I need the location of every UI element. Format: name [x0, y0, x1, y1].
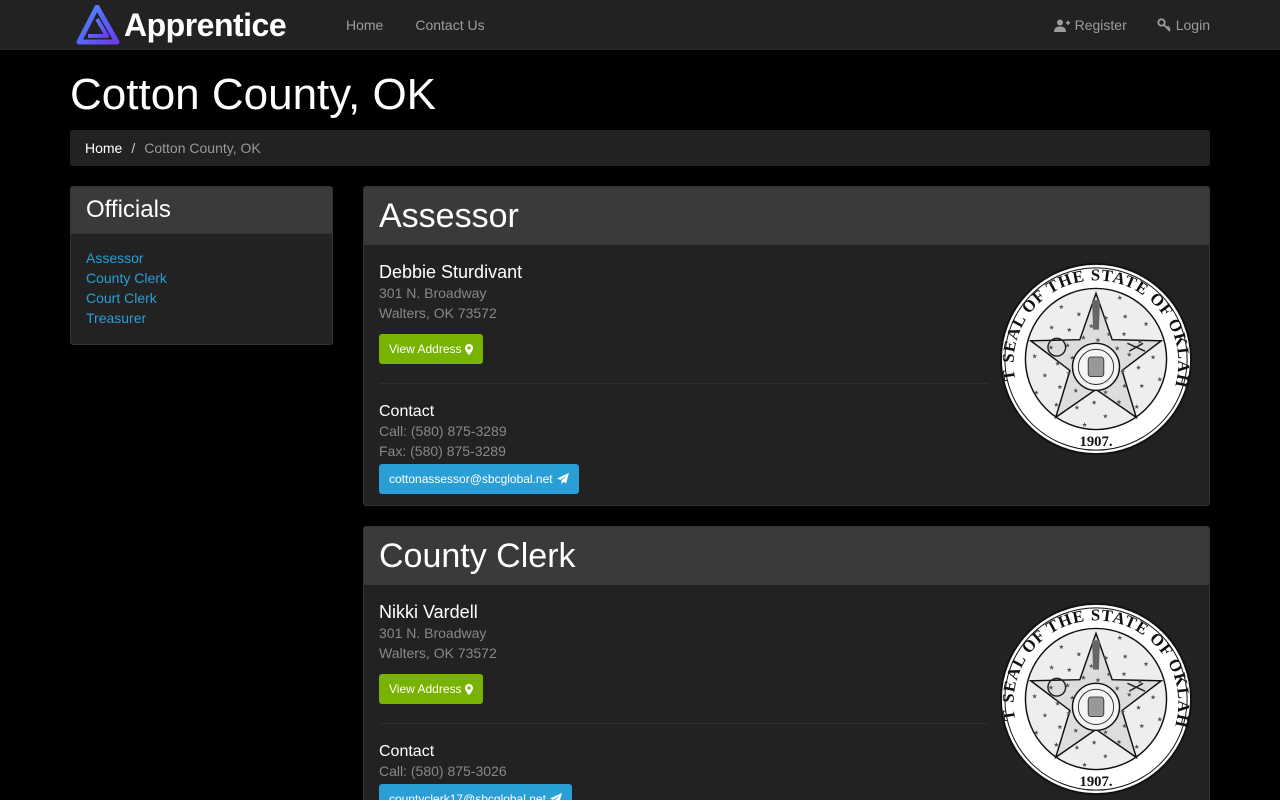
list-item: Court Clerk [86, 288, 317, 308]
email-label: countyclerk17@sbcglobal.net [389, 792, 546, 800]
user-plus-icon [1053, 19, 1070, 32]
breadcrumb-home-link[interactable]: Home [85, 140, 122, 156]
divider [379, 383, 989, 384]
breadcrumb: Home / Cotton County, OK [70, 130, 1210, 166]
office-panel-assessor: Assessor Debbie Sturdivant 301 N. Broadw… [363, 186, 1210, 506]
view-address-label: View Address [389, 342, 462, 356]
svg-text:1907.: 1907. [1079, 434, 1112, 450]
email-button[interactable]: countyclerk17@sbcglobal.net [379, 784, 572, 800]
login-label: Login [1175, 17, 1210, 33]
brand-link[interactable]: Apprentice [74, 5, 287, 45]
login-link[interactable]: Login [1157, 17, 1210, 33]
map-marker-icon [464, 683, 473, 695]
list-item: Treasurer [86, 308, 317, 328]
sidebar-item-county-clerk[interactable]: County Clerk [86, 270, 167, 286]
divider [379, 723, 989, 724]
email-button[interactable]: cottonassessor@sbcglobal.net [379, 464, 579, 494]
view-address-label: View Address [389, 682, 462, 696]
breadcrumb-separator: / [131, 140, 136, 156]
oklahoma-seal-icon: GREAT SEAL OF THE STATE OF OKLAHOMA1907. [998, 261, 1193, 456]
register-label: Register [1074, 17, 1127, 33]
nav-home-link[interactable]: Home [346, 17, 383, 33]
office-panel-county-clerk: County Clerk Nikki Vardell 301 N. Broadw… [363, 526, 1210, 800]
nav-main: Home Contact Us [346, 0, 517, 50]
register-link[interactable]: Register [1053, 17, 1127, 33]
office-title: County Clerk [379, 536, 576, 575]
key-icon [1157, 18, 1171, 32]
apprentice-logo-icon [76, 5, 120, 45]
panel-body: Debbie Sturdivant 301 N. Broadway Walter… [364, 245, 1209, 505]
officials-sidebar: Officials Assessor County Clerk Court Cl… [70, 186, 333, 345]
officials-list: Assessor County Clerk Court Clerk Treasu… [71, 234, 332, 342]
panel-header: Assessor [364, 187, 1209, 245]
svg-text:1907.: 1907. [1079, 774, 1112, 790]
breadcrumb-current: Cotton County, OK [144, 140, 261, 156]
sidebar-item-assessor[interactable]: Assessor [86, 250, 144, 266]
paper-plane-icon [556, 473, 569, 485]
nav-account: Register Login [1024, 0, 1210, 50]
sidebar-item-treasurer[interactable]: Treasurer [86, 310, 146, 326]
panel-body: Nikki Vardell 301 N. Broadway Walters, O… [364, 585, 1209, 800]
oklahoma-seal-icon: GREAT SEAL OF THE STATE OF OKLAHOMA1907. [998, 601, 1193, 796]
list-item: Assessor [86, 248, 317, 268]
view-address-button[interactable]: View Address [379, 674, 483, 704]
page-title: Cotton County, OK [70, 70, 437, 119]
navbar: Apprentice Home Contact Us Register Logi… [0, 0, 1280, 50]
sidebar-header: Officials [71, 187, 332, 234]
email-label: cottonassessor@sbcglobal.net [389, 472, 553, 486]
paper-plane-icon [549, 793, 562, 800]
map-marker-icon [464, 343, 473, 355]
office-title: Assessor [379, 196, 519, 235]
sidebar-title: Officials [86, 196, 171, 223]
sidebar-item-court-clerk[interactable]: Court Clerk [86, 290, 157, 306]
nav-contact-link[interactable]: Contact Us [415, 17, 484, 33]
list-item: County Clerk [86, 268, 317, 288]
brand-name: Apprentice [124, 7, 287, 43]
panel-header: County Clerk [364, 527, 1209, 585]
view-address-button[interactable]: View Address [379, 334, 483, 364]
